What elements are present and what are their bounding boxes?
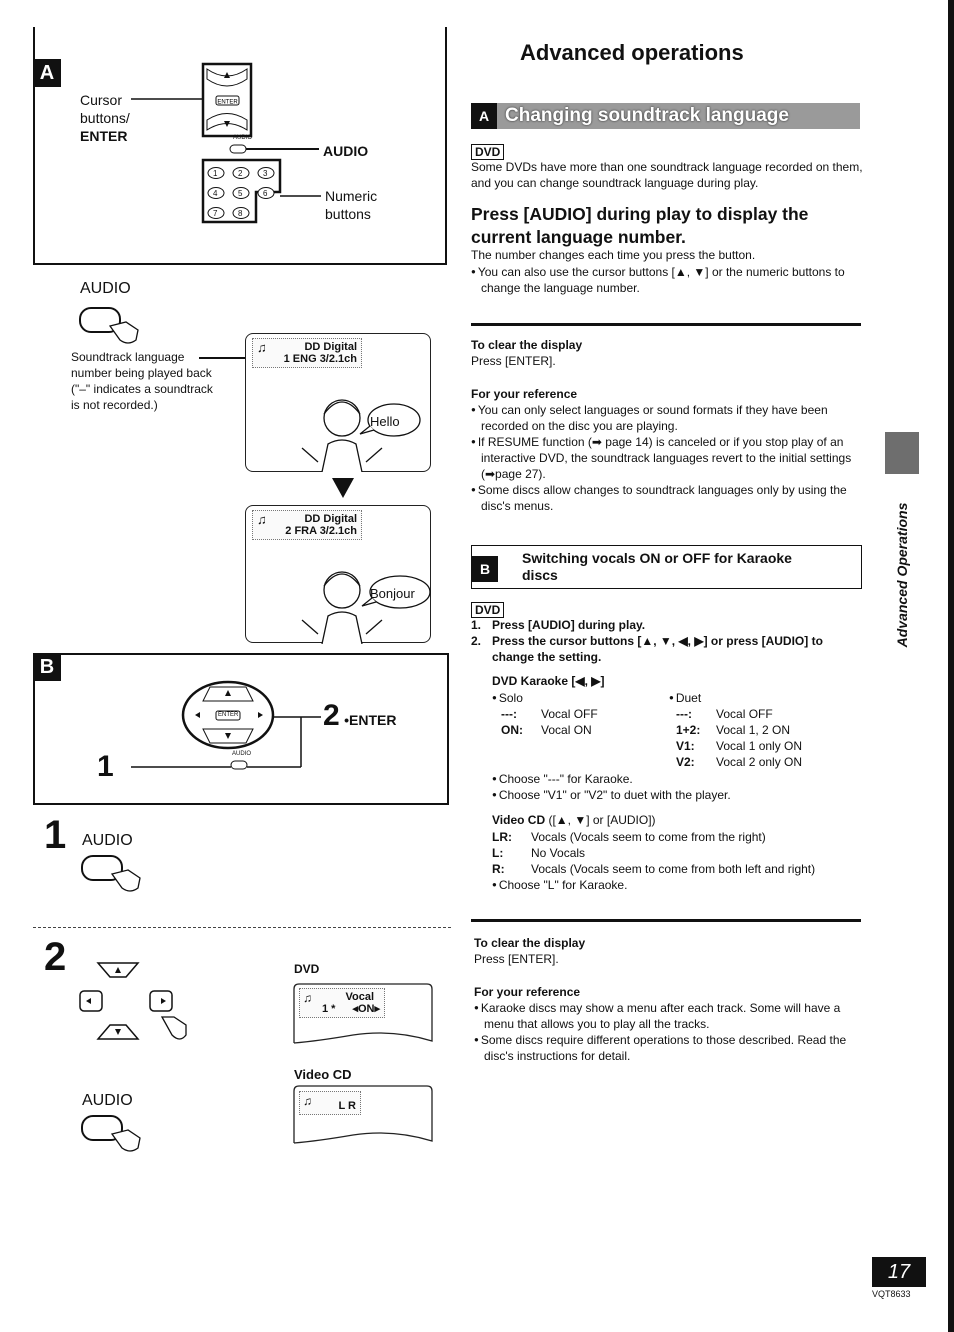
audio-button-press-icon bbox=[81, 855, 141, 892]
step-2-number: 2 bbox=[44, 935, 67, 979]
audio-button-press-icon bbox=[79, 307, 139, 344]
clear-display-body: Press [ENTER]. bbox=[474, 952, 559, 966]
speech-bubble-hello: Hello bbox=[370, 414, 400, 429]
side-tab-label: Advanced Operations bbox=[894, 502, 910, 648]
solo-options: Solo ---:Vocal OFF ON:Vocal ON bbox=[492, 690, 662, 738]
divider bbox=[33, 927, 451, 928]
tv-screen-english: ♫ DD Digital 1 ENG 3/2.1ch Hello bbox=[245, 333, 431, 472]
soundtrack-caption: Soundtrack language number being played … bbox=[71, 350, 213, 412]
key-1[interactable]: 1 bbox=[213, 169, 217, 178]
step-1-number: 1 bbox=[44, 813, 67, 857]
section-b-steps: 1. Press [AUDIO] during play. 2. Press t… bbox=[471, 617, 863, 665]
audio-button-press-icon bbox=[81, 1115, 141, 1152]
section-b-header: B Switching vocals ON or OFF for Karaoke… bbox=[471, 545, 862, 589]
reference-list: You can only select languages or sound f… bbox=[471, 402, 863, 514]
key-2[interactable]: 2 bbox=[238, 169, 242, 178]
reference-list: Karaoke discs may show a menu after each… bbox=[474, 1000, 864, 1064]
audio-signal-icon: ♫ bbox=[257, 340, 267, 355]
audio-label: AUDIO bbox=[82, 1092, 133, 1109]
side-tab-marker bbox=[885, 432, 919, 474]
key-3[interactable]: 3 bbox=[263, 169, 267, 178]
section-a-intro: Some DVDs have more than one soundtrack … bbox=[471, 160, 863, 190]
audio-label: AUDIO bbox=[80, 280, 131, 297]
section-a-bullet: You can also use the cursor buttons [▲, … bbox=[471, 264, 863, 296]
section-a-title: Changing soundtrack language bbox=[505, 105, 789, 126]
section-a-body: The number changes each time you press t… bbox=[471, 248, 756, 262]
audio-signal-icon: ♫ bbox=[303, 1094, 312, 1108]
cursor-buttons-press-icon bbox=[79, 962, 187, 1040]
divider bbox=[471, 919, 861, 922]
numeric-buttons-caption: Numeric buttons bbox=[325, 188, 378, 222]
remote-audio-tiny-label: AUDIO bbox=[232, 751, 252, 757]
karaoke-notes: Choose "---" for Karaoke. Choose "V1" or… bbox=[492, 771, 862, 803]
reference-item: Some discs allow changes to soundtrack l… bbox=[471, 482, 863, 514]
key-6[interactable]: 6 bbox=[263, 189, 267, 198]
audio-button-caption: AUDIO bbox=[323, 143, 369, 159]
remote-enter-text: ENTER bbox=[218, 712, 239, 718]
vcd-screen-label: Video CD bbox=[294, 1067, 352, 1082]
girl-illustration bbox=[301, 399, 421, 472]
girl-illustration bbox=[301, 571, 431, 644]
step-1-marker: 1 bbox=[97, 750, 114, 783]
reference-item: If RESUME function (➡ page 14) is cancel… bbox=[471, 434, 863, 482]
dvd-screen-label: DVD bbox=[294, 962, 320, 976]
step-item: 1. Press [AUDIO] during play. bbox=[471, 618, 646, 632]
figure-a-remote: A Cursor buttons/ ENTER ENTER 1 2 3 4 5 … bbox=[33, 27, 447, 265]
page-number: 17 bbox=[872, 1257, 926, 1287]
key-7[interactable]: 7 bbox=[213, 209, 217, 218]
figure-b-remote: B ENTER AUDIO 1 2 •ENTER bbox=[33, 653, 449, 805]
step-item: 2. Press the cursor buttons [▲, ▼, ◀, ▶]… bbox=[471, 634, 823, 664]
remote-audio-tiny-label: AUDIO bbox=[233, 135, 253, 141]
document-code: VQT8633 bbox=[872, 1289, 911, 1299]
vcd-vocal-screen: ♫ L R bbox=[293, 1085, 433, 1145]
dvd-vocal-screen: ♫ Vocal 1 * ◂ON▸ bbox=[293, 983, 433, 1045]
duet-options: Duet ---:Vocal OFF 1+2:Vocal 1, 2 ON V1:… bbox=[669, 690, 859, 770]
vcd-title: Video CD ([▲, ▼] or [AUDIO]) bbox=[492, 813, 656, 827]
karaoke-title: DVD Karaoke [◀, ▶] bbox=[492, 674, 605, 688]
reference-title: For your reference bbox=[471, 387, 578, 401]
reference-item: Some discs require different operations … bbox=[474, 1032, 864, 1064]
clear-display-title: To clear the display bbox=[471, 338, 583, 352]
arrow-down-icon bbox=[332, 478, 354, 498]
audio-signal-icon: ♫ bbox=[303, 991, 312, 1005]
key-5[interactable]: 5 bbox=[238, 189, 242, 198]
osd-display: ♫ DD Digital 2 FRA 3/2.1ch bbox=[252, 510, 362, 540]
reference-title: For your reference bbox=[474, 985, 581, 999]
page-edge bbox=[948, 0, 954, 1332]
osd-display: ♫ DD Digital 1 ENG 3/2.1ch bbox=[252, 338, 362, 368]
remote-enter-text: ENTER bbox=[217, 100, 238, 106]
clear-display-title: To clear the display bbox=[474, 936, 586, 950]
speech-bubble-bonjour: Bonjour bbox=[370, 586, 415, 601]
tv-screen-french: ♫ DD Digital 2 FRA 3/2.1ch Bonjour bbox=[245, 505, 431, 644]
key-8[interactable]: 8 bbox=[238, 209, 242, 218]
remote-control-drawing: ENTER bbox=[131, 62, 321, 224]
step-2-marker: 2 •ENTER bbox=[323, 699, 397, 732]
reference-item: You can only select languages or sound f… bbox=[471, 402, 863, 434]
section-b-title: Switching vocals ON or OFF for Karaoke d… bbox=[522, 550, 792, 583]
divider bbox=[471, 323, 861, 326]
section-a-heading: Press [AUDIO] during play to display the… bbox=[471, 204, 809, 247]
page-title: Advanced operations bbox=[520, 40, 744, 65]
audio-label: AUDIO bbox=[82, 832, 133, 849]
vcd-options: LR: Vocals (Vocals seem to come from the … bbox=[492, 829, 862, 893]
section-a-header: A Changing soundtrack language bbox=[471, 103, 860, 129]
key-4[interactable]: 4 bbox=[213, 189, 217, 198]
reference-item: Karaoke discs may show a menu after each… bbox=[474, 1000, 864, 1032]
audio-signal-icon: ♫ bbox=[257, 512, 267, 527]
clear-display-body: Press [ENTER]. bbox=[471, 354, 556, 368]
